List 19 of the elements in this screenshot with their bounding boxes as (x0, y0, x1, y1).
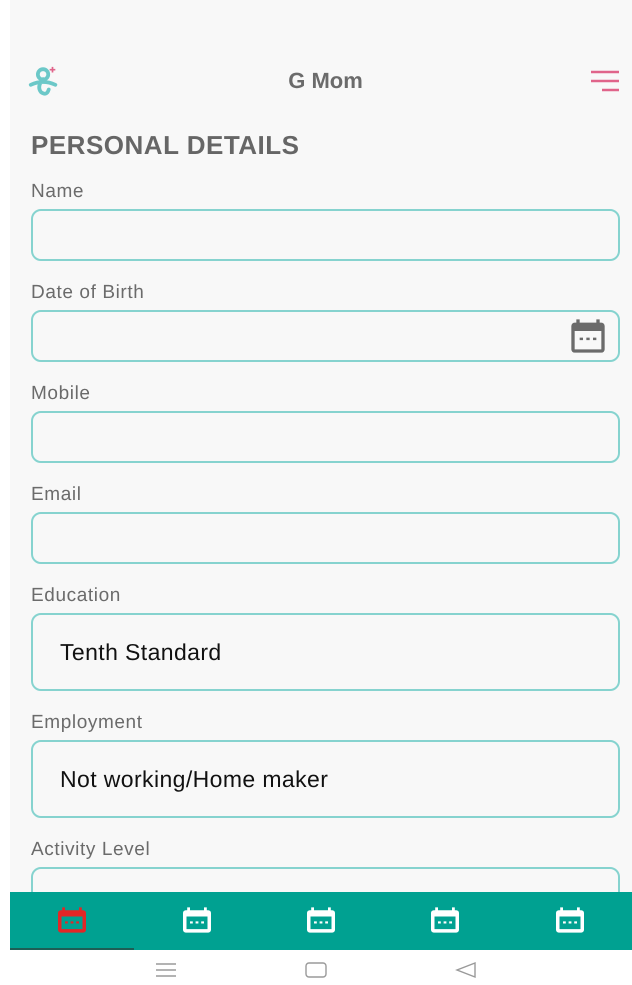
home-icon[interactable] (305, 960, 327, 978)
field-label: Date of Birth (31, 282, 144, 304)
field-label: Email (31, 484, 82, 506)
input-field[interactable] (31, 512, 620, 564)
app-title: G Mom (288, 68, 363, 94)
section-title: PERSONAL DETAILS (31, 130, 301, 161)
recents-icon[interactable] (155, 962, 177, 978)
input-field[interactable] (31, 411, 620, 463)
field-label: Mobile (31, 383, 91, 405)
back-icon[interactable] (455, 960, 477, 978)
select-field[interactable]: Tenth Standard (31, 613, 620, 691)
field-label: Employment (31, 712, 143, 734)
select-field[interactable]: Not working/Home maker (31, 740, 620, 818)
field-label: Name (31, 181, 84, 203)
field-label: Education (31, 585, 121, 607)
field-label: Activity Level (31, 839, 150, 861)
menu-icon[interactable] (590, 70, 620, 92)
input-field[interactable] (31, 209, 620, 261)
date-field[interactable] (31, 310, 620, 362)
